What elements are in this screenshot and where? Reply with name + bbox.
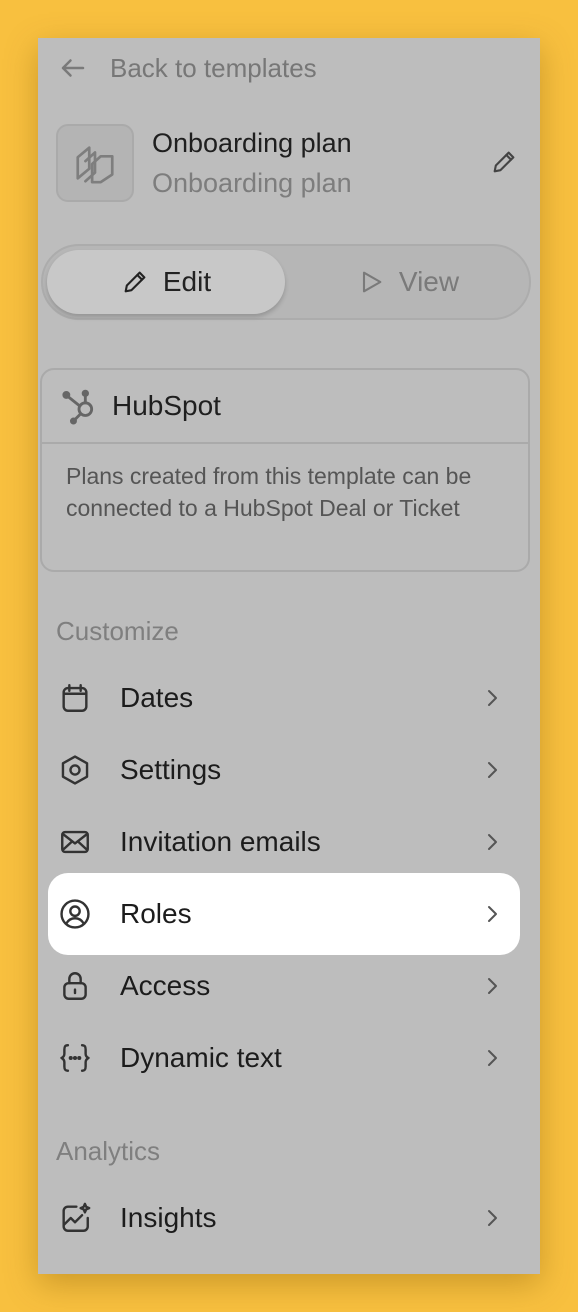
calendar-icon: [62, 684, 88, 712]
view-mode-button[interactable]: View: [289, 250, 527, 314]
menu-item-label: Settings: [120, 754, 222, 785]
menu-item-label: Insights: [120, 1202, 217, 1233]
edit-mode-label: Edit: [162, 266, 212, 297]
pencil-icon: [493, 151, 515, 173]
customize-heading: Customize: [56, 616, 179, 646]
braces-icon: [60, 1044, 90, 1072]
menu-item-label: Roles: [120, 898, 192, 929]
chevron-right-icon: [488, 762, 497, 778]
hubspot-card-header: HubSpot: [42, 370, 528, 444]
menu-item-label: Access: [120, 970, 211, 1001]
menu-item-dynamic-text[interactable]: Dynamic text: [48, 1017, 520, 1099]
hubspot-integration-card: HubSpot Plans created from this template…: [40, 368, 530, 572]
view-mode-label: View: [398, 266, 460, 297]
chevron-right-icon: [488, 978, 497, 994]
stacked-pages-icon: [76, 146, 114, 184]
template-subtitle: Onboarding plan: [152, 168, 352, 198]
menu-item-label: Invitation emails: [120, 826, 321, 857]
hubspot-card-title: HubSpot: [112, 390, 221, 421]
user-circle-icon: [60, 899, 90, 929]
insights-chart-icon: [62, 1202, 91, 1232]
menu-item-settings[interactable]: Settings: [48, 729, 520, 811]
hubspot-card-description: Plans created from this template can be …: [66, 463, 472, 521]
mode-toggle: Edit View: [41, 244, 531, 320]
menu-item-invitation-emails[interactable]: Invitation emails: [48, 801, 520, 883]
chevron-right-icon: [488, 1210, 497, 1226]
settings-hexagon-icon: [61, 755, 89, 785]
back-link-label: Back to templates: [110, 52, 317, 83]
lock-icon: [63, 972, 87, 1000]
back-to-templates-link[interactable]: Back to templates: [58, 50, 317, 86]
template-icon: [56, 124, 134, 202]
template-header: Onboarding plan Onboarding plan: [56, 124, 522, 204]
hubspot-icon: [62, 389, 94, 425]
edit-title-button[interactable]: [490, 148, 522, 180]
analytics-heading: Analytics: [56, 1136, 161, 1166]
chevron-right-icon: [488, 690, 497, 706]
arrow-left-icon: [61, 59, 85, 77]
chevron-right-icon: [488, 906, 497, 922]
envelope-icon: [61, 830, 89, 854]
chevron-right-icon: [488, 1050, 497, 1066]
template-sidebar-panel: Back to templates Onboarding plan Onboar…: [38, 38, 540, 1274]
template-title: Onboarding plan: [152, 128, 352, 158]
menu-item-label: Dates: [120, 682, 194, 713]
menu-item-dates[interactable]: Dates: [48, 657, 520, 739]
edit-mode-button[interactable]: Edit: [47, 250, 285, 314]
menu-item-label: Dynamic text: [120, 1042, 282, 1073]
menu-item-insights[interactable]: Insights: [48, 1177, 520, 1259]
pencil-icon: [124, 271, 146, 293]
menu-item-roles[interactable]: Roles: [48, 873, 520, 955]
chevron-right-icon: [488, 834, 497, 850]
play-icon: [362, 271, 382, 293]
menu-item-access[interactable]: Access: [48, 945, 520, 1027]
